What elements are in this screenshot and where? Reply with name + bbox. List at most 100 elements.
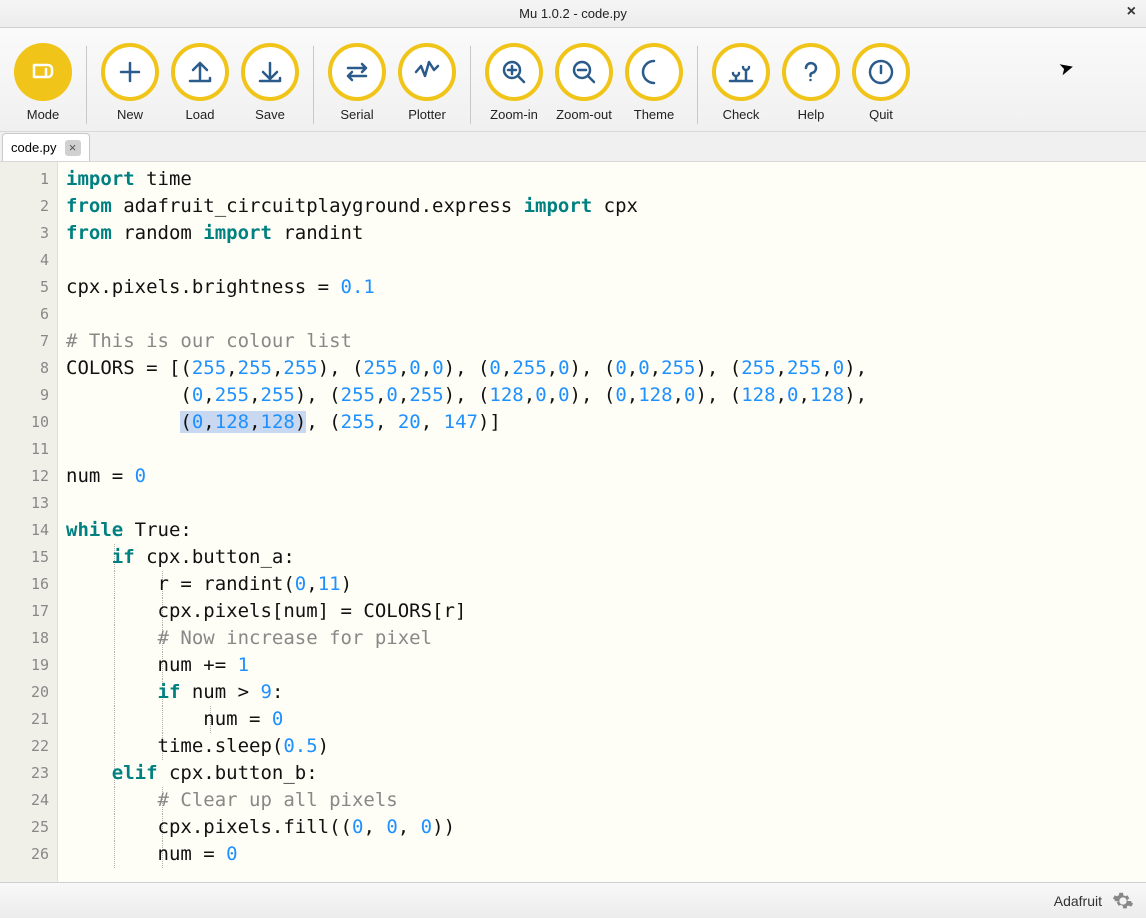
new-label: New xyxy=(117,107,143,122)
mode-button[interactable]: Mode xyxy=(8,43,78,122)
code-line[interactable] xyxy=(66,301,1146,328)
line-number: 6 xyxy=(0,301,49,328)
code-line[interactable]: if num > 9: xyxy=(66,679,1146,706)
load-label: Load xyxy=(186,107,215,122)
toolbar-group: Mode xyxy=(4,43,82,122)
quit-button[interactable]: Quit xyxy=(846,43,916,122)
zoom-in-button[interactable]: Zoom-in xyxy=(479,43,549,122)
new-button[interactable]: New xyxy=(95,43,165,122)
close-icon[interactable]: × xyxy=(1127,4,1136,20)
code-line[interactable]: # Now increase for pixel xyxy=(66,625,1146,652)
code-line[interactable]: r = randint(0,11) xyxy=(66,571,1146,598)
help-label: Help xyxy=(798,107,825,122)
code-line[interactable]: if cpx.button_a: xyxy=(66,544,1146,571)
line-number: 20 xyxy=(0,679,49,706)
line-number: 12 xyxy=(0,463,49,490)
line-number: 5 xyxy=(0,274,49,301)
line-number: 11 xyxy=(0,436,49,463)
line-number: 15 xyxy=(0,544,49,571)
code-line[interactable]: COLORS = [(255,255,255), (255,0,0), (0,2… xyxy=(66,355,1146,382)
toolbar: ModeNewLoadSaveSerialPlotterZoom-inZoom-… xyxy=(0,28,1146,132)
line-number: 19 xyxy=(0,652,49,679)
tabbar: code.py × xyxy=(0,132,1146,162)
code-line[interactable]: # This is our colour list xyxy=(66,328,1146,355)
load-button[interactable]: Load xyxy=(165,43,235,122)
code-line[interactable]: num = 0 xyxy=(66,706,1146,733)
zoom-out-icon xyxy=(555,43,613,101)
code-line[interactable]: # Clear up all pixels xyxy=(66,787,1146,814)
plotter-label: Plotter xyxy=(408,107,446,122)
serial-button[interactable]: Serial xyxy=(322,43,392,122)
code-line[interactable]: from random import randint xyxy=(66,220,1146,247)
line-number: 9 xyxy=(0,382,49,409)
code-line[interactable]: cpx.pixels.fill((0, 0, 0)) xyxy=(66,814,1146,841)
code-line[interactable]: elif cpx.button_b: xyxy=(66,760,1146,787)
save-button[interactable]: Save xyxy=(235,43,305,122)
line-number: 24 xyxy=(0,787,49,814)
check-button[interactable]: Check xyxy=(706,43,776,122)
code-line[interactable] xyxy=(66,490,1146,517)
code-line[interactable] xyxy=(66,436,1146,463)
window-title: Mu 1.0.2 - code.py xyxy=(519,6,627,21)
line-number: 4 xyxy=(0,247,49,274)
line-number: 10 xyxy=(0,409,49,436)
code-line[interactable]: num = 0 xyxy=(66,463,1146,490)
code-line[interactable] xyxy=(66,247,1146,274)
save-icon xyxy=(241,43,299,101)
serial-label: Serial xyxy=(340,107,373,122)
line-number: 8 xyxy=(0,355,49,382)
line-number: 25 xyxy=(0,814,49,841)
line-number: 22 xyxy=(0,733,49,760)
check-label: Check xyxy=(723,107,760,122)
mode-label: Mode xyxy=(27,107,60,122)
gear-icon[interactable] xyxy=(1112,890,1134,912)
line-number: 7 xyxy=(0,328,49,355)
toolbar-separator xyxy=(697,46,698,124)
check-icon xyxy=(712,43,770,101)
tab-code-py[interactable]: code.py × xyxy=(2,133,90,161)
toolbar-separator xyxy=(86,46,87,124)
code-line[interactable]: time.sleep(0.5) xyxy=(66,733,1146,760)
save-label: Save xyxy=(255,107,285,122)
help-button[interactable]: Help xyxy=(776,43,846,122)
mode-icon xyxy=(14,43,72,101)
tab-close-icon[interactable]: × xyxy=(65,140,81,156)
theme-icon xyxy=(625,43,683,101)
code-line[interactable]: (0,128,128), (255, 20, 147)] xyxy=(66,409,1146,436)
theme-button[interactable]: Theme xyxy=(619,43,689,122)
statusbar: Adafruit xyxy=(0,882,1146,918)
line-number: 21 xyxy=(0,706,49,733)
code-line[interactable]: (0,255,255), (255,0,255), (128,0,0), (0,… xyxy=(66,382,1146,409)
tab-label: code.py xyxy=(11,140,57,155)
toolbar-separator xyxy=(470,46,471,124)
load-icon xyxy=(171,43,229,101)
titlebar: Mu 1.0.2 - code.py × xyxy=(0,0,1146,28)
line-number: 13 xyxy=(0,490,49,517)
toolbar-group: New Load Save xyxy=(91,43,309,122)
editor[interactable]: 1234567891011121314151617181920212223242… xyxy=(0,162,1146,882)
code-line[interactable]: cpx.pixels[num] = COLORS[r] xyxy=(66,598,1146,625)
code-line[interactable]: from adafruit_circuitplayground.express … xyxy=(66,193,1146,220)
code-line[interactable]: num = 0 xyxy=(66,841,1146,868)
plotter-button[interactable]: Plotter xyxy=(392,43,462,122)
line-number: 1 xyxy=(0,166,49,193)
line-number: 17 xyxy=(0,598,49,625)
code-line[interactable]: num += 1 xyxy=(66,652,1146,679)
code-line[interactable]: while True: xyxy=(66,517,1146,544)
code-area[interactable]: import timefrom adafruit_circuitplaygrou… xyxy=(58,162,1146,882)
zoom-out-button[interactable]: Zoom-out xyxy=(549,43,619,122)
line-number: 26 xyxy=(0,841,49,868)
code-line[interactable]: import time xyxy=(66,166,1146,193)
line-number: 2 xyxy=(0,193,49,220)
new-icon xyxy=(101,43,159,101)
zoom-out-label: Zoom-out xyxy=(556,107,612,122)
help-icon xyxy=(782,43,840,101)
toolbar-group: Zoom-in Zoom-out Theme xyxy=(475,43,693,122)
theme-label: Theme xyxy=(634,107,674,122)
line-gutter: 1234567891011121314151617181920212223242… xyxy=(0,162,58,882)
plotter-icon xyxy=(398,43,456,101)
code-line[interactable]: cpx.pixels.brightness = 0.1 xyxy=(66,274,1146,301)
line-number: 18 xyxy=(0,625,49,652)
toolbar-group: Check Help Quit xyxy=(702,43,920,122)
line-number: 3 xyxy=(0,220,49,247)
